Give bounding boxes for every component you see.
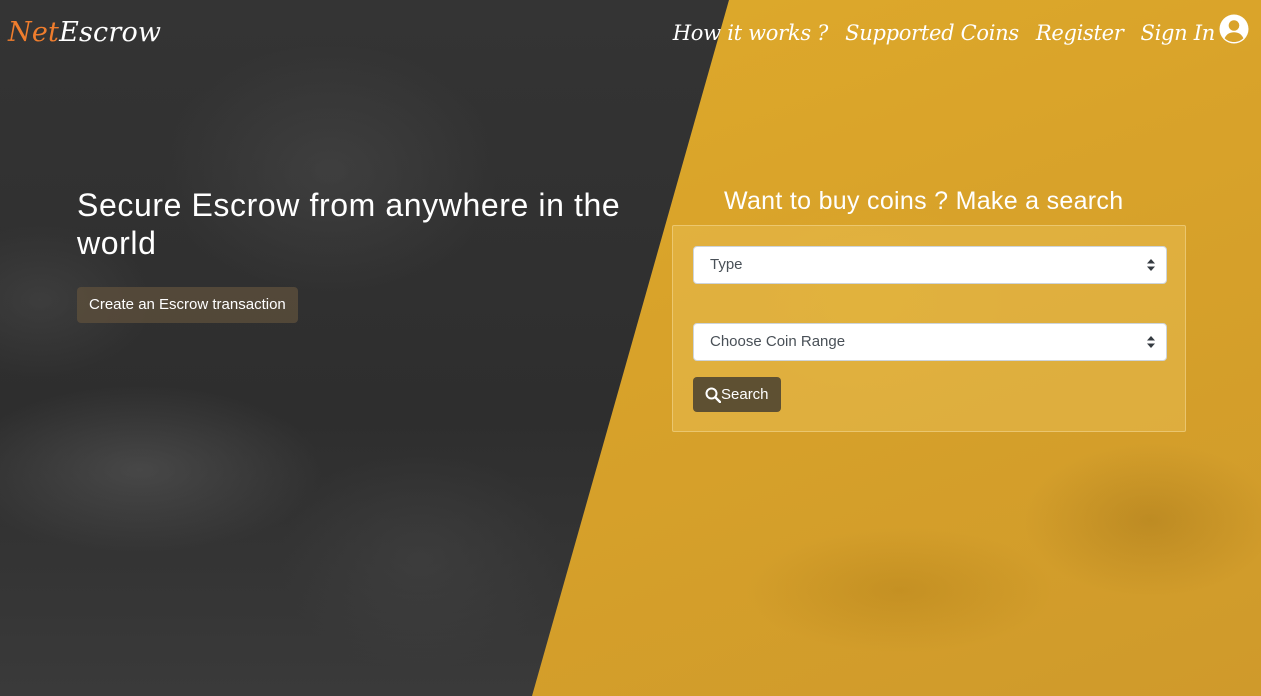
brand-logo[interactable]: NetEscrow	[8, 14, 161, 52]
create-escrow-button[interactable]: Create an Escrow transaction	[77, 287, 298, 323]
nav-sign-in[interactable]: Sign In	[1141, 14, 1249, 52]
search-title: Want to buy coins ? Make a search	[724, 187, 1124, 215]
brand-logo-net: Net	[8, 17, 60, 48]
nav-sign-in-label: Sign In	[1140, 21, 1216, 45]
page: NetEscrow How it works ? Supported Coins…	[0, 0, 1261, 696]
sort-arrows-icon	[1147, 336, 1155, 348]
type-select[interactable]: Type	[693, 246, 1167, 284]
search-button[interactable]: Search	[693, 377, 781, 412]
sort-arrows-icon	[1147, 259, 1155, 271]
coin-range-select[interactable]: Choose Coin Range	[693, 323, 1167, 361]
search-icon	[705, 387, 721, 403]
user-circle-icon	[1219, 14, 1249, 44]
type-select-value: Type	[710, 256, 743, 273]
coin-range-select-value: Choose Coin Range	[710, 333, 846, 350]
main-nav: How it works ? Supported Coins Register …	[673, 14, 1249, 52]
search-button-label: Search	[721, 386, 769, 403]
nav-supported-coins[interactable]: Supported Coins	[845, 14, 1019, 52]
nav-how-it-works[interactable]: How it works ?	[673, 14, 829, 52]
search-panel: Type Choose Coin Range Search	[672, 225, 1186, 432]
hero-title: Secure Escrow from anywhere in the world	[77, 187, 621, 261]
nav-register[interactable]: Register	[1036, 14, 1124, 52]
brand-logo-escrow: Escrow	[59, 17, 162, 48]
